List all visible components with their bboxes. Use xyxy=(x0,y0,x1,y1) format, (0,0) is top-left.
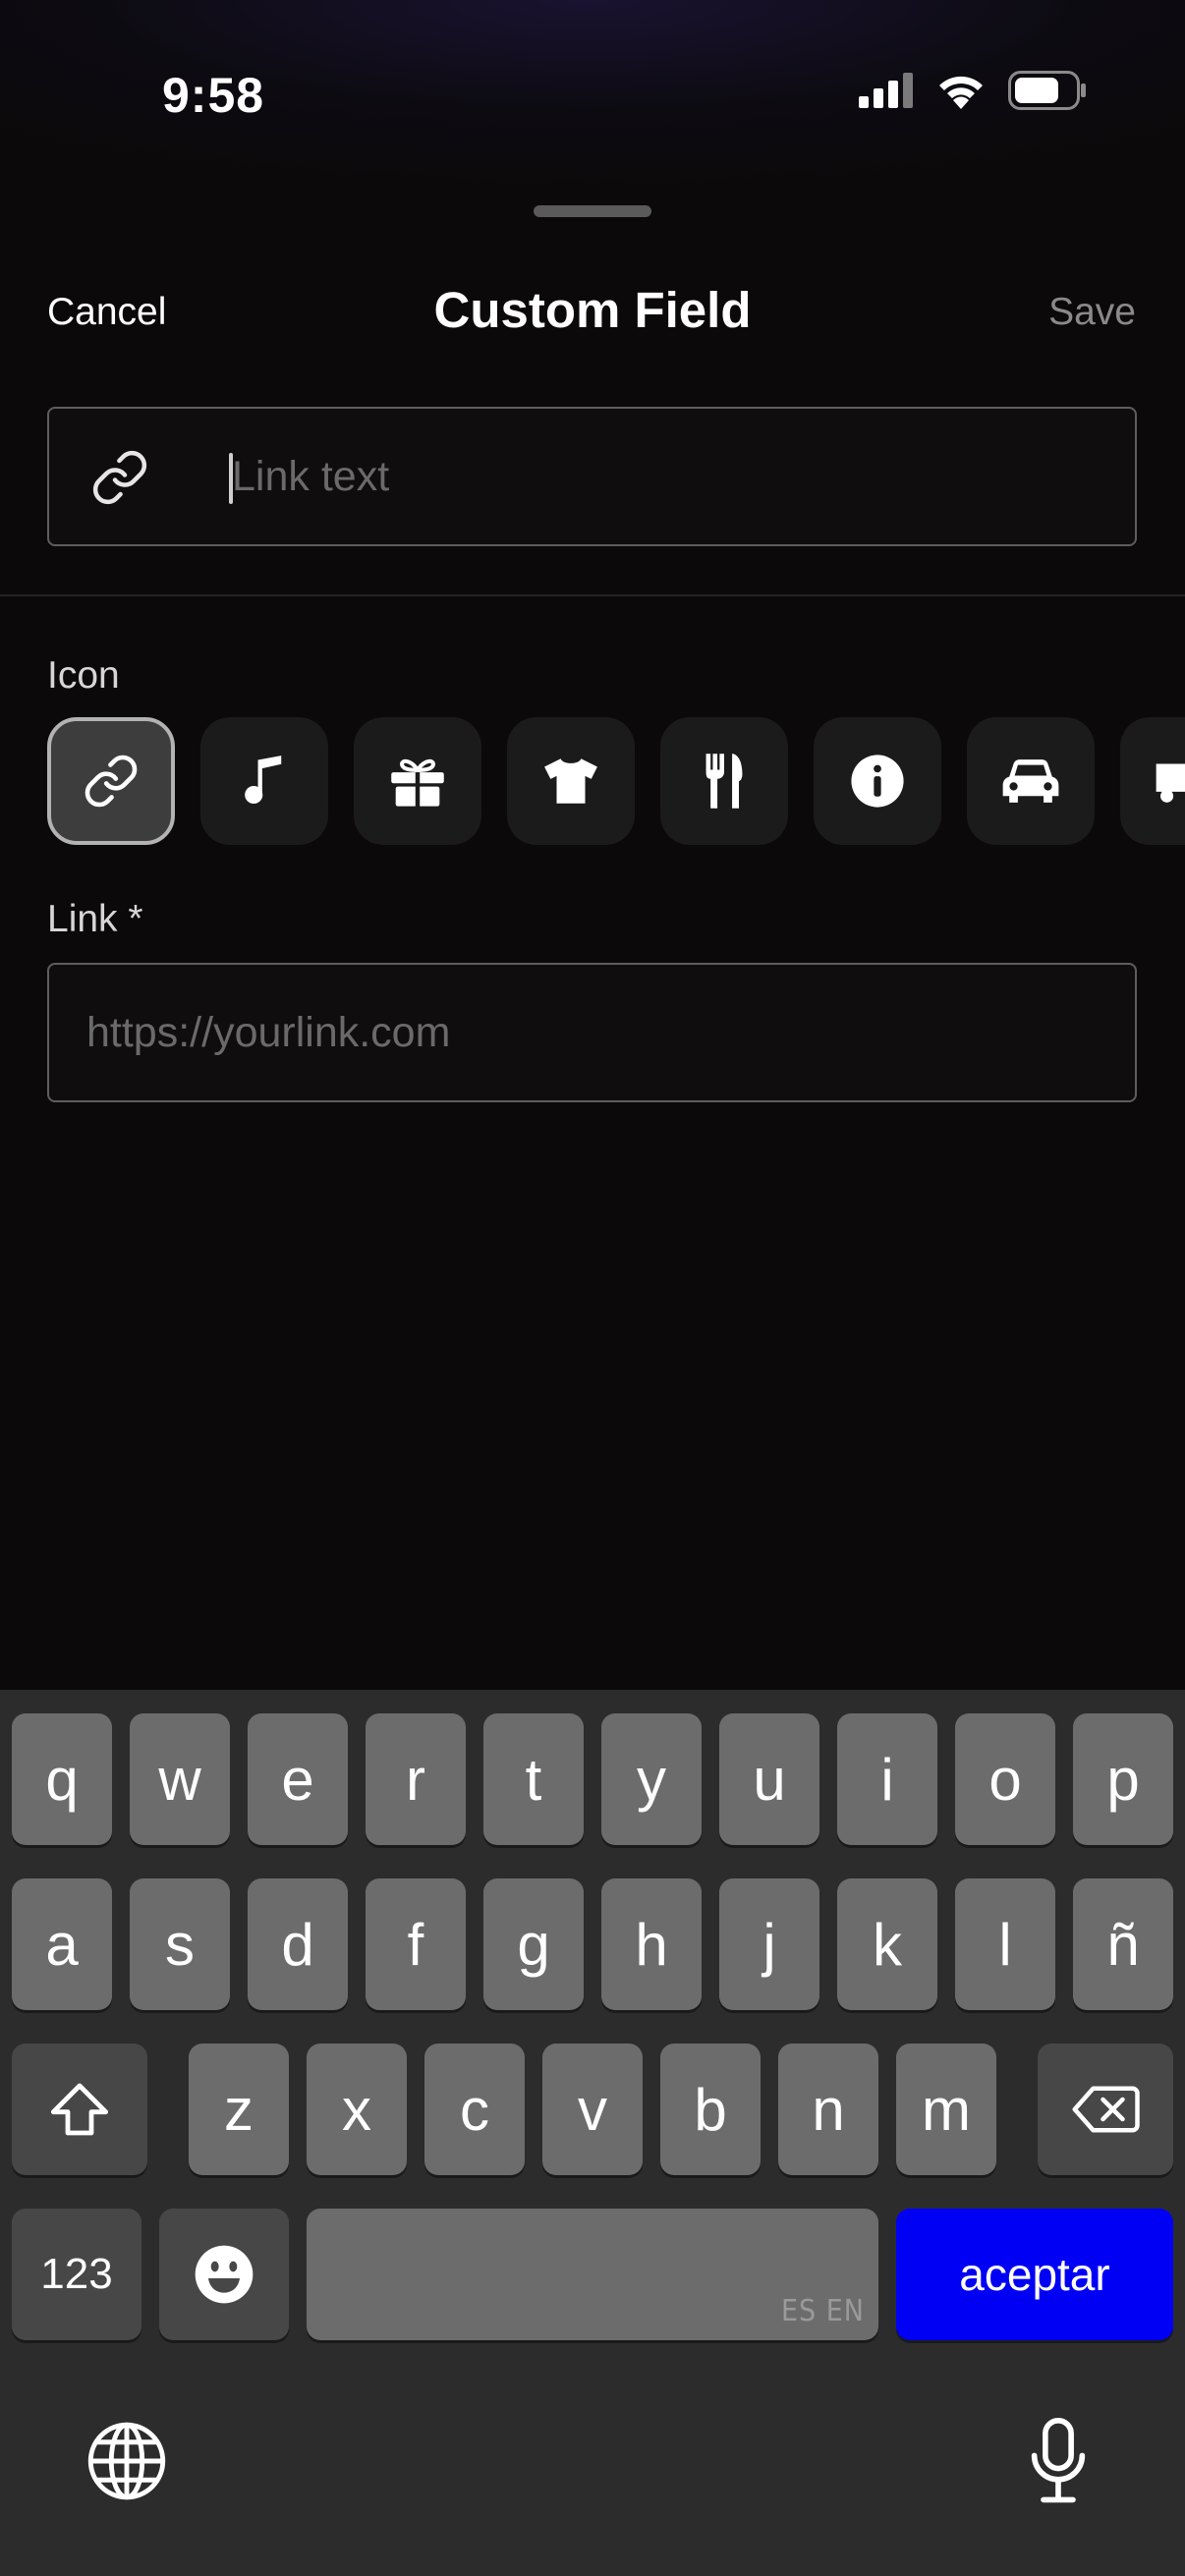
key-w[interactable]: w xyxy=(130,1713,230,1845)
key-n-tilde[interactable]: ñ xyxy=(1073,1878,1173,2010)
key-r[interactable]: r xyxy=(366,1713,466,1845)
link-icon xyxy=(85,755,138,808)
key-x[interactable]: x xyxy=(307,2044,407,2175)
globe-button[interactable] xyxy=(83,2417,171,2505)
icon-option-utensils[interactable] xyxy=(660,717,788,845)
link-url-input[interactable]: https://yourlink.com xyxy=(47,963,1137,1102)
key-j[interactable]: j xyxy=(719,1878,819,2010)
icon-option-truck[interactable] xyxy=(1120,717,1185,845)
key-u[interactable]: u xyxy=(719,1713,819,1845)
emoji-key[interactable] xyxy=(159,2209,289,2340)
key-s[interactable]: s xyxy=(130,1878,230,2010)
shift-icon xyxy=(50,2083,109,2136)
key-f[interactable]: f xyxy=(366,1878,466,2010)
status-bar: 9:58 xyxy=(0,0,1185,177)
sheet-grabber[interactable] xyxy=(534,205,651,217)
status-icons xyxy=(859,71,1087,110)
custom-field-screen: 9:58 Cancel Custom Field Save Link text … xyxy=(0,0,1185,2576)
icon-option-tshirt[interactable] xyxy=(507,717,635,845)
link-field-label: Link * xyxy=(47,898,143,940)
key-b[interactable]: b xyxy=(660,2044,761,2175)
section-divider xyxy=(0,594,1185,596)
link-url-placeholder: https://yourlink.com xyxy=(86,1009,451,1056)
music-note-icon xyxy=(245,756,282,805)
nav-bar: Cancel Custom Field Save xyxy=(0,275,1185,354)
gift-icon xyxy=(391,758,444,808)
key-y[interactable]: y xyxy=(601,1713,702,1845)
link-text-input[interactable]: Link text xyxy=(47,407,1137,546)
battery-icon xyxy=(1008,71,1086,110)
key-k[interactable]: k xyxy=(837,1878,937,2010)
icon-picker[interactable] xyxy=(47,717,1185,845)
backspace-icon xyxy=(1072,2086,1140,2133)
key-n[interactable]: n xyxy=(778,2044,878,2175)
space-key[interactable]: ES EN xyxy=(307,2209,878,2340)
utensils-icon xyxy=(705,754,743,809)
icon-option-car[interactable] xyxy=(967,717,1095,845)
keyboard: q w e r t y u i o p a s d f g h j k l ñ … xyxy=(0,1690,1185,2576)
tshirt-icon xyxy=(544,758,597,804)
key-d[interactable]: d xyxy=(248,1878,348,2010)
truck-icon xyxy=(1156,763,1185,803)
cellular-signal-icon xyxy=(859,73,913,108)
icon-option-music[interactable] xyxy=(200,717,328,845)
numbers-key[interactable]: 123 xyxy=(12,2209,141,2340)
return-key[interactable]: aceptar xyxy=(896,2209,1173,2340)
key-a[interactable]: a xyxy=(12,1878,112,2010)
key-l[interactable]: l xyxy=(955,1878,1055,2010)
icon-option-info[interactable] xyxy=(814,717,941,845)
key-e[interactable]: e xyxy=(248,1713,348,1845)
info-icon xyxy=(851,755,904,808)
wifi-icon xyxy=(939,76,983,109)
dictation-button[interactable] xyxy=(1014,2412,1102,2510)
save-button[interactable]: Save xyxy=(1048,291,1136,334)
key-m[interactable]: m xyxy=(896,2044,996,2175)
key-t[interactable]: t xyxy=(483,1713,584,1845)
page-title: Custom Field xyxy=(433,282,752,338)
globe-icon xyxy=(87,2422,166,2500)
microphone-icon xyxy=(1031,2417,1086,2503)
icon-section-label: Icon xyxy=(47,654,120,697)
icon-option-gift[interactable] xyxy=(354,717,481,845)
key-c[interactable]: c xyxy=(424,2044,525,2175)
link-text-placeholder: Link text xyxy=(232,453,390,500)
shift-key[interactable] xyxy=(12,2044,147,2175)
key-p[interactable]: p xyxy=(1073,1713,1173,1845)
key-q[interactable]: q xyxy=(12,1713,112,1845)
icon-option-link[interactable] xyxy=(47,717,175,845)
key-o[interactable]: o xyxy=(955,1713,1055,1845)
emoji-icon xyxy=(195,2245,254,2304)
space-languages: ES EN xyxy=(781,2294,865,2328)
key-v[interactable]: v xyxy=(542,2044,643,2175)
status-time: 9:58 xyxy=(162,68,265,123)
car-icon xyxy=(1002,759,1059,803)
backspace-key[interactable] xyxy=(1038,2044,1173,2175)
key-h[interactable]: h xyxy=(601,1878,702,2010)
key-z[interactable]: z xyxy=(189,2044,289,2175)
link-icon xyxy=(92,450,147,505)
key-g[interactable]: g xyxy=(483,1878,584,2010)
key-i[interactable]: i xyxy=(837,1713,937,1845)
